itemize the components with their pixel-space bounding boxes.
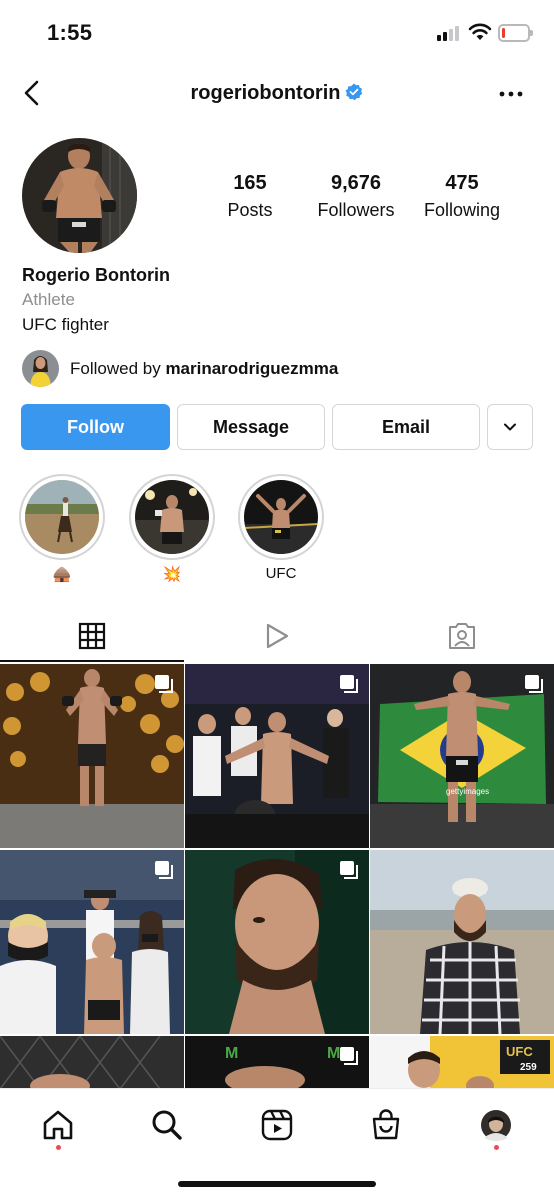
tab-grid[interactable]: [0, 610, 184, 662]
battery-level: [502, 28, 505, 38]
profile-avatar-icon: [481, 1110, 511, 1141]
post-thumbnail[interactable]: [185, 664, 369, 848]
followers-stat[interactable]: 9,676 Followers: [301, 172, 411, 221]
tab-tagged[interactable]: [370, 610, 554, 662]
profile-category: Athlete: [22, 290, 75, 309]
followers-count: 9,676: [330, 172, 382, 194]
multiple-photos-icon: [340, 675, 358, 693]
story-highlight[interactable]: 🛖: [19, 474, 105, 585]
following-count: 475: [445, 172, 479, 194]
username: rogeriobontorin: [190, 82, 341, 104]
post-thumbnail[interactable]: [0, 850, 184, 1034]
wifi-icon: [468, 23, 492, 40]
followed-by-username[interactable]: marinarodriguezmma: [165, 359, 338, 378]
shop-icon: [372, 1109, 400, 1140]
followed-by-text: Followed by marinarodriguezmma: [70, 359, 338, 379]
multiple-photos-icon: [155, 861, 173, 879]
post-thumbnail[interactable]: [0, 1036, 184, 1089]
active-tab-indicator: [0, 660, 184, 662]
play-icon: [266, 623, 289, 649]
post-thumbnail[interactable]: M M: [185, 1036, 369, 1089]
ufc-259-label-top: UFC: [506, 1044, 533, 1059]
more-options-icon[interactable]: [497, 80, 525, 108]
following-stat[interactable]: 475 Following: [407, 172, 517, 221]
profile-tabs: [0, 610, 554, 662]
story-highlight[interactable]: 💥: [129, 474, 215, 585]
posts-label: Posts: [227, 200, 273, 220]
grid-icon: [78, 622, 106, 650]
profile-bio: UFC fighter: [22, 315, 109, 334]
nav-shop[interactable]: [364, 1103, 408, 1147]
svg-text:M: M: [225, 1045, 238, 1062]
search-icon: [152, 1110, 182, 1140]
posts-grid: gettyimages M M UFC 259: [0, 664, 554, 1089]
nav-profile[interactable]: [474, 1103, 518, 1147]
highlight-cover: [244, 480, 318, 554]
cellular-signal-icon: [437, 25, 463, 41]
status-time: 1:55: [47, 20, 93, 45]
home-indicator: [178, 1181, 376, 1187]
following-label: Following: [423, 200, 501, 220]
email-button[interactable]: Email: [332, 404, 480, 450]
highlight-cover: [25, 480, 99, 554]
followers-label: Followers: [317, 200, 395, 220]
followed-by-row[interactable]: Followed by marinarodriguezmma: [22, 350, 522, 388]
profile-stats: 165 Posts 9,676 Followers 475 Following: [195, 172, 525, 232]
follower-avatar: [22, 350, 59, 387]
multiple-photos-icon: [525, 675, 543, 693]
multiple-photos-icon: [340, 1047, 358, 1065]
story-highlight[interactable]: UFC: [238, 474, 324, 585]
post-thumbnail[interactable]: [370, 850, 554, 1034]
verified-badge-icon: [346, 83, 363, 101]
post-thumbnail[interactable]: [185, 850, 369, 1034]
nav-search[interactable]: [145, 1103, 189, 1147]
profile-name: Rogerio Bontorin: [22, 265, 170, 285]
posts-stat[interactable]: 165 Posts: [195, 172, 305, 221]
notification-dot: [494, 1145, 499, 1150]
follow-button[interactable]: Follow: [21, 404, 170, 450]
profile-header: rogeriobontorin: [0, 66, 554, 122]
nav-reels[interactable]: [255, 1103, 299, 1147]
getty-watermark: gettyimages: [446, 787, 489, 796]
home-icon: [43, 1110, 73, 1140]
suggested-accounts-button[interactable]: [487, 404, 533, 450]
tagged-icon: [449, 623, 475, 649]
post-thumbnail[interactable]: [0, 664, 184, 848]
battery-icon: [498, 24, 533, 42]
multiple-photos-icon: [340, 861, 358, 879]
highlight-label: 💥: [162, 566, 182, 583]
followed-by-prefix: Followed by: [70, 359, 166, 378]
notification-dot: [56, 1145, 61, 1150]
reels-icon: [261, 1109, 293, 1141]
header-title: rogeriobontorin: [0, 82, 554, 105]
post-thumbnail[interactable]: UFC 259: [370, 1036, 554, 1089]
chevron-down-icon: [504, 423, 516, 431]
message-button[interactable]: Message: [177, 404, 325, 450]
posts-count: 165: [233, 172, 267, 194]
tab-reels[interactable]: [185, 610, 369, 662]
ufc-259-label-bottom: 259: [520, 1062, 537, 1073]
post-thumbnail[interactable]: gettyimages: [370, 664, 554, 848]
highlight-label: 🛖: [52, 566, 72, 583]
status-bar: 1:55: [0, 0, 554, 66]
nav-home[interactable]: [36, 1103, 80, 1147]
highlight-cover: [135, 480, 209, 554]
multiple-photos-icon: [155, 675, 173, 693]
profile-avatar[interactable]: [22, 138, 137, 253]
highlight-label: UFC: [265, 565, 297, 582]
